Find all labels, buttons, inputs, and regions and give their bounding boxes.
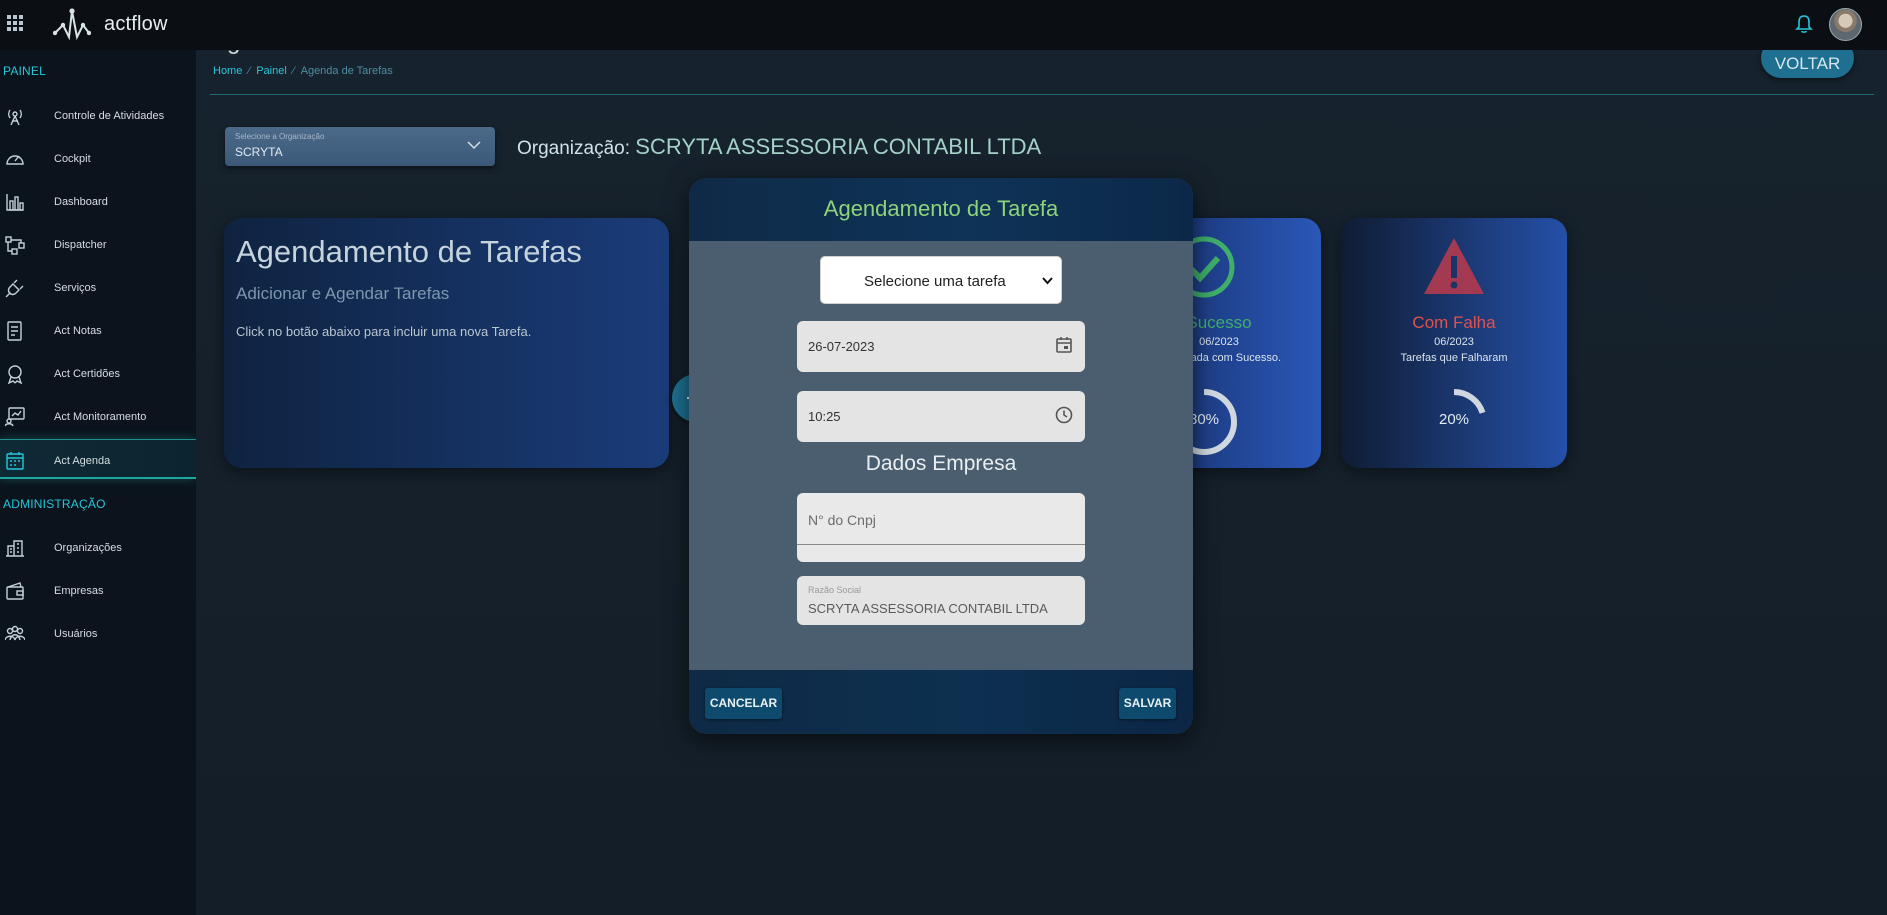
- company-data-heading: Dados Empresa: [865, 452, 1017, 475]
- cnpj-field-underline: [797, 544, 1085, 545]
- fail-stat-card: Com Falha 06/2023 Tarefas que Falharam 2…: [1341, 218, 1567, 468]
- scheduling-card-title: Agendamento de Tarefas: [236, 234, 582, 269]
- organization-prefix: Organização:: [517, 138, 631, 159]
- calendar-icon[interactable]: [1055, 336, 1073, 354]
- sidebar-item-act-agenda[interactable]: Act Agenda: [0, 439, 196, 479]
- sidebar-item-organizacoes[interactable]: Organizações: [0, 527, 196, 567]
- antenna-icon: [8, 109, 22, 126]
- monitor-icon: [5, 407, 25, 427]
- sidebar-item-label: Empresas: [54, 585, 104, 597]
- breadcrumb-home[interactable]: Home: [213, 65, 242, 77]
- fail-percent: 20%: [1438, 411, 1470, 428]
- sidebar-item-dispatcher[interactable]: Dispatcher: [0, 224, 196, 264]
- ribbon-icon: [7, 365, 23, 384]
- breadcrumb-current: Agenda de Tarefas: [300, 65, 393, 77]
- header-divider: [210, 94, 1874, 95]
- sidebar-item-label: Controle de Atividades: [54, 110, 165, 122]
- wallet-icon: [6, 582, 24, 600]
- sidebar-item-empresas[interactable]: Empresas: [0, 570, 196, 610]
- scheduling-card-description: Click no botão abaixo para incluir uma n…: [236, 324, 532, 339]
- organization-select-value: SCRYTA: [235, 145, 283, 159]
- bell-icon[interactable]: [1795, 14, 1813, 34]
- sidebar-item-label: Dashboard: [54, 196, 108, 208]
- organization-select-label: Selecione a Organização: [235, 132, 325, 141]
- sidebar-item-act-monitoramento[interactable]: Act Monitoramento: [0, 396, 196, 436]
- task-select-value: Selecione uma tarefa: [864, 273, 1006, 290]
- warning-icon: [1424, 238, 1484, 294]
- date-field-value: 26-07-2023: [808, 339, 875, 354]
- fail-description: Tarefas que Falharam: [1400, 352, 1508, 364]
- bar-chart-icon: [6, 194, 24, 211]
- organization-heading: Organização: SCRYTA ASSESSORIA CONTABIL …: [517, 134, 1041, 160]
- users-icon: [5, 625, 25, 641]
- brand-name[interactable]: actflow: [104, 13, 168, 36]
- chevron-down-icon: [1042, 277, 1053, 285]
- clock-icon[interactable]: [1055, 406, 1073, 424]
- gauge-icon: [6, 155, 24, 165]
- cnpj-field[interactable]: N° do Cnpj: [797, 493, 1085, 562]
- sidebar-item-cockpit[interactable]: Cockpit: [0, 138, 196, 178]
- chevron-down-icon: [467, 141, 481, 150]
- sidebar-item-act-certidoes[interactable]: Act Certidões: [0, 353, 196, 393]
- sidebar-item-dashboard[interactable]: Dashboard: [0, 181, 196, 221]
- sidebar-item-label: Dispatcher: [54, 239, 107, 251]
- fail-title: Com Falha: [1412, 313, 1496, 332]
- user-avatar[interactable]: [1829, 8, 1862, 41]
- sidebar-item-controle-de-atividades[interactable]: Controle de Atividades: [0, 95, 196, 135]
- sidebar-item-label: Serviços: [54, 282, 97, 294]
- plug-icon: [5, 279, 24, 298]
- organization-select[interactable]: Selecione a Organização SCRYTA: [225, 127, 495, 166]
- razao-social-value: SCRYTA ASSESSORIA CONTABIL LTDA: [808, 601, 1048, 616]
- building-icon: [6, 540, 24, 557]
- modal-title: Agendamento de Tarefa: [823, 196, 1059, 221]
- calendar-icon: [6, 452, 24, 470]
- sidebar-item-label: Cockpit: [54, 153, 91, 165]
- sidebar-item-usuarios[interactable]: Usuários: [0, 613, 196, 653]
- sidebar-item-label: Act Agenda: [54, 455, 111, 467]
- sidebar-section-painel: PAINEL: [3, 64, 46, 78]
- razao-social-label: Razão Social: [808, 585, 862, 595]
- breadcrumb-separator: ⁄: [292, 65, 295, 77]
- sidebar-item-servicos[interactable]: Serviços: [0, 267, 196, 307]
- save-button[interactable]: SALVAR: [1119, 688, 1176, 719]
- modal-header: Agendamento de Tarefa: [689, 178, 1193, 241]
- time-field-value: 10:25: [808, 409, 841, 424]
- top-bar: actflow: [0, 0, 1887, 50]
- scheduling-card: Agendamento de Tarefas Adicionar e Agend…: [224, 218, 720, 468]
- scheduling-card-subtitle: Adicionar e Agendar Tarefas: [236, 284, 450, 303]
- sidebar-section-administracao: ADMINISTRAÇÃO: [3, 497, 106, 511]
- task-select[interactable]: Selecione uma tarefa: [820, 256, 1062, 304]
- flow-icon: [5, 236, 25, 255]
- schedule-task-modal: Agendamento de Tarefa Selecione uma tare…: [689, 178, 1193, 734]
- fail-date: 06/2023: [1434, 336, 1474, 348]
- sidebar-item-label: Usuários: [54, 628, 98, 640]
- actflow-logo-icon[interactable]: [53, 7, 91, 43]
- breadcrumb: Home ⁄ Painel ⁄ Agenda de Tarefas: [213, 65, 393, 77]
- sidebar-item-label: Act Certidões: [54, 368, 121, 380]
- apps-grid-icon[interactable]: [7, 15, 23, 31]
- breadcrumb-painel[interactable]: Painel: [256, 65, 287, 77]
- sidebar-item-label: Organizações: [54, 542, 122, 554]
- sidebar: PAINEL Controle de Atividades Cockpit Da…: [0, 50, 196, 915]
- sidebar-item-label: Act Notas: [54, 325, 102, 337]
- date-field[interactable]: 26-07-2023: [797, 321, 1085, 372]
- cancel-button[interactable]: CANCELAR: [705, 688, 782, 719]
- sidebar-item-label: Act Monitoramento: [54, 411, 147, 423]
- breadcrumb-separator: ⁄: [248, 65, 251, 77]
- razao-social-field[interactable]: Razão Social SCRYTA ASSESSORIA CONTABIL …: [797, 576, 1085, 625]
- time-field[interactable]: 10:25: [797, 391, 1085, 442]
- cnpj-placeholder: N° do Cnpj: [808, 512, 876, 528]
- sidebar-item-act-notas[interactable]: Act Notas: [0, 310, 196, 350]
- notes-icon: [7, 321, 22, 341]
- organization-name: SCRYTA ASSESSORIA CONTABIL LTDA: [635, 134, 1042, 159]
- modal-footer: CANCELAR SALVAR: [689, 670, 1193, 734]
